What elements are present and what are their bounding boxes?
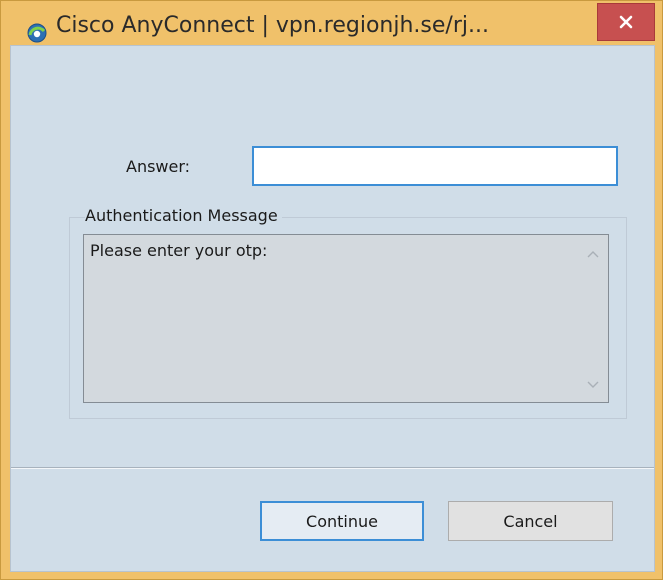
answer-input[interactable]	[252, 146, 618, 186]
title-bar[interactable]: Cisco AnyConnect | vpn.regionjh.se/rj...	[1, 1, 663, 45]
window-title: Cisco AnyConnect | vpn.regionjh.se/rj...	[56, 13, 489, 38]
dialog-window: Cisco AnyConnect | vpn.regionjh.se/rj...…	[0, 0, 663, 580]
scroll-down-icon[interactable]	[585, 376, 601, 392]
cisco-anyconnect-icon	[27, 23, 47, 43]
authentication-message-group: Authentication Message Please enter your…	[69, 206, 627, 419]
authentication-message-label: Authentication Message	[85, 206, 282, 225]
close-icon	[618, 14, 634, 30]
authentication-message-text: Please enter your otp:	[90, 241, 268, 260]
separator-line	[11, 467, 654, 469]
dialog-body: Answer: Authentication Message Please en…	[10, 45, 655, 572]
answer-label: Answer:	[126, 157, 191, 176]
scroll-up-icon[interactable]	[585, 247, 601, 263]
continue-button[interactable]: Continue	[260, 501, 424, 541]
close-button[interactable]	[597, 3, 655, 41]
cancel-button[interactable]: Cancel	[448, 501, 613, 541]
vertical-scrollbar[interactable]	[578, 235, 608, 402]
authentication-message-box[interactable]: Please enter your otp:	[83, 234, 609, 403]
